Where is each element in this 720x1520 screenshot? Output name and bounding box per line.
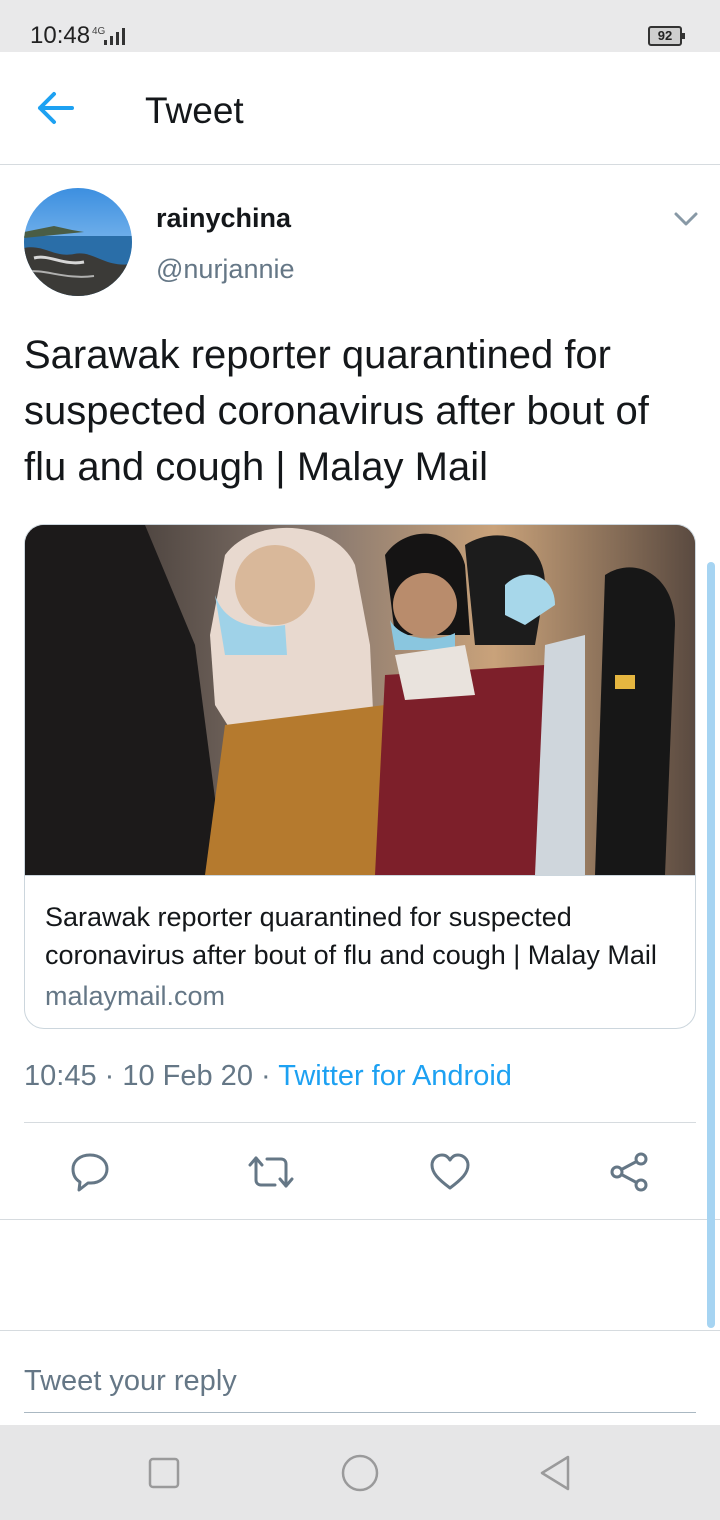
tweet-meta: 10:45 · 10 Feb 20 · Twitter for Android <box>24 1060 512 1093</box>
reply-bar <box>0 1330 720 1425</box>
avatar[interactable] <box>24 188 132 296</box>
reply-input[interactable] <box>24 1361 696 1413</box>
svg-text:4G: 4G <box>92 26 106 37</box>
signal-icon: 4G <box>90 24 134 53</box>
like-icon[interactable] <box>428 1150 472 1194</box>
scrollbar[interactable] <box>707 562 715 1328</box>
header: Tweet <box>0 52 720 165</box>
card-image <box>25 525 695 875</box>
system-nav-bar <box>0 1425 720 1520</box>
card-domain: malaymail.com <box>45 981 226 1011</box>
share-icon[interactable] <box>608 1150 652 1194</box>
card-body: Sarawak reporter quarantined for suspect… <box>25 875 695 1028</box>
user-name[interactable]: rainychina <box>156 203 291 234</box>
battery-icon: 92 <box>648 26 685 46</box>
status-time: 10:48 <box>30 22 91 49</box>
tweet-timestamp: 10:45 · 10 Feb 20 · <box>24 1060 279 1092</box>
chevron-down-icon[interactable] <box>672 208 700 230</box>
reply-icon[interactable] <box>68 1150 112 1194</box>
home-icon[interactable] <box>340 1453 380 1493</box>
tweet-text: Sarawak reporter quarantined for suspect… <box>24 333 649 489</box>
link-card[interactable]: Sarawak reporter quarantined for suspect… <box>24 524 696 1029</box>
recent-apps-icon[interactable] <box>144 1453 184 1493</box>
divider <box>0 1219 720 1220</box>
divider <box>24 1122 696 1123</box>
back-icon[interactable] <box>536 1453 576 1493</box>
page-title: Tweet <box>145 90 244 131</box>
battery-level: 92 <box>657 28 673 43</box>
retweet-icon[interactable] <box>247 1150 294 1194</box>
back-arrow-icon[interactable] <box>34 90 78 126</box>
card-title: Sarawak reporter quarantined for suspect… <box>45 902 657 970</box>
user-handle[interactable]: @nurjannie <box>156 254 295 285</box>
tweet-source-link[interactable]: Twitter for Android <box>278 1060 512 1092</box>
status-bar: 10:48 4G 92 <box>0 0 720 52</box>
